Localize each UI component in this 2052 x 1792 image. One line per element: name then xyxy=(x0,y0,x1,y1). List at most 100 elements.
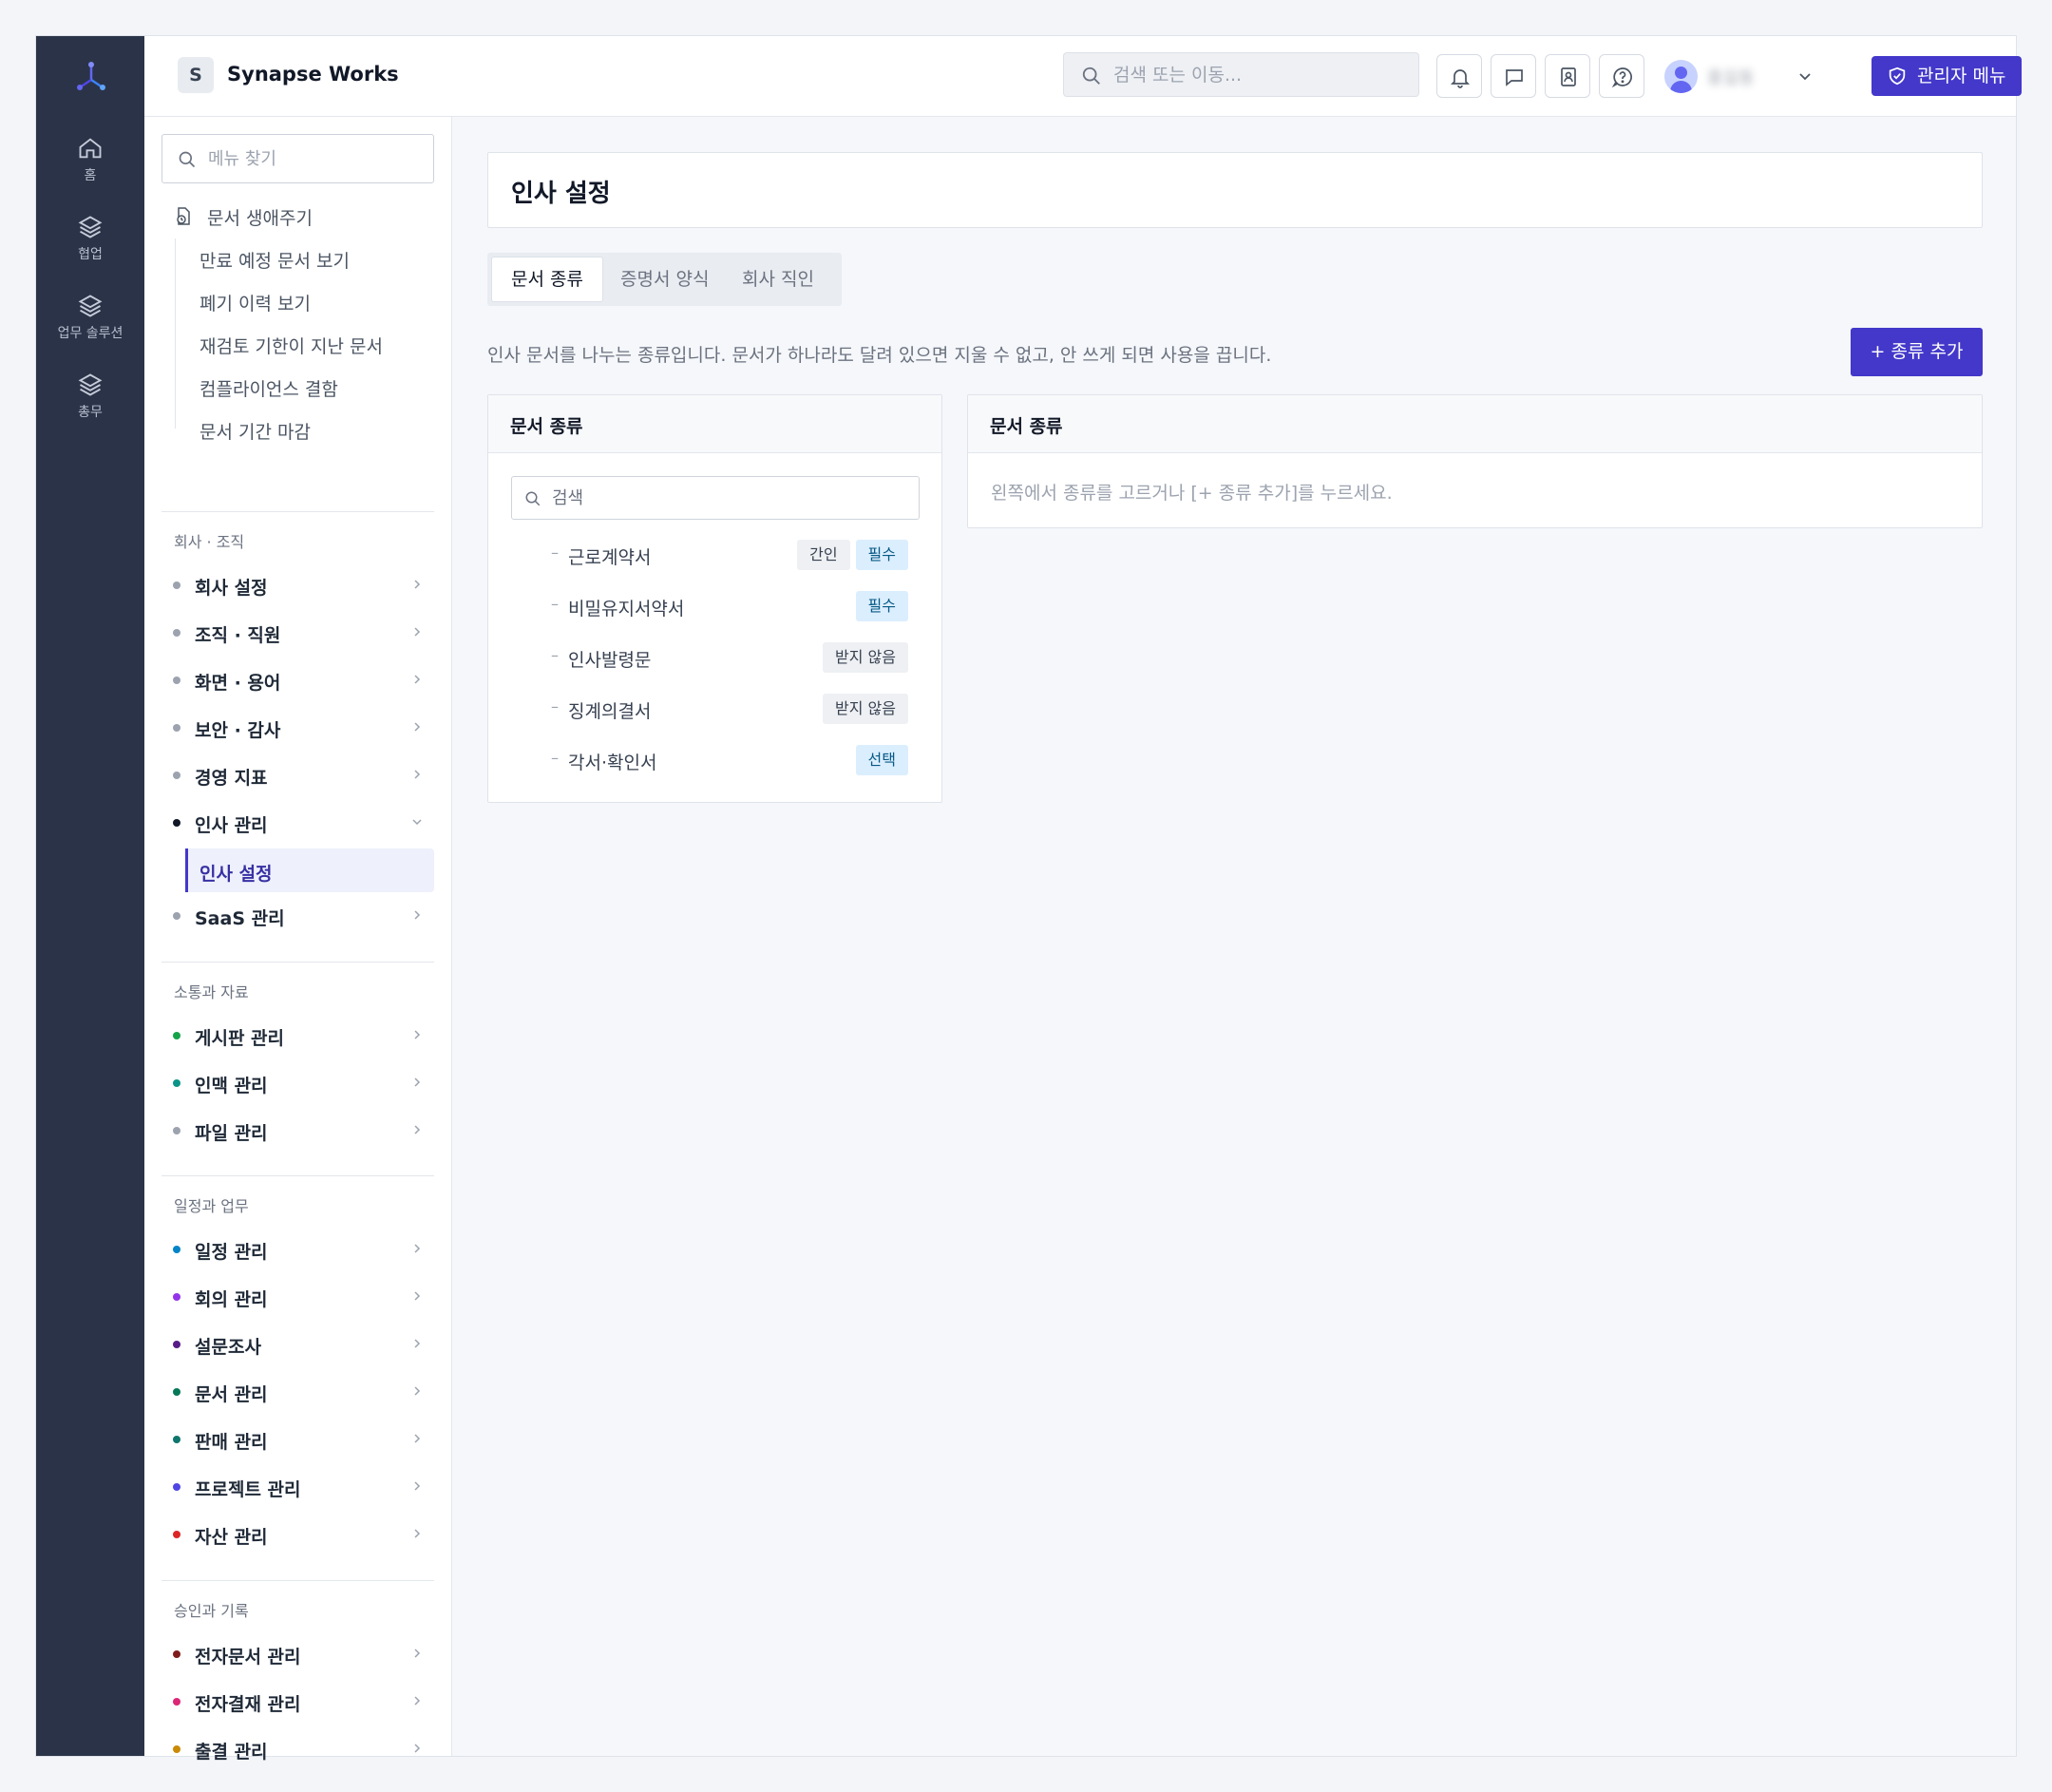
menu-item-label: 문서 관리 xyxy=(195,1384,268,1405)
lifecycle-item[interactable]: 재검토 기한이 지난 문서 xyxy=(200,333,383,358)
rail-item-solutions[interactable]: 업무 솔루션 xyxy=(36,293,144,342)
menu-item-meetings[interactable]: 회의 관리 xyxy=(162,1275,434,1317)
menu-item-assets[interactable]: 자산 관리 xyxy=(162,1513,434,1554)
status-dot xyxy=(173,1246,180,1253)
tab-bar: 문서 종류 증명서 양식 회사 직인 xyxy=(487,253,842,306)
type-search-input[interactable] xyxy=(552,477,894,519)
status-badge: 받지 않음 xyxy=(823,642,908,673)
rail-item-collab[interactable]: 협업 xyxy=(36,214,144,263)
list-item[interactable]: – 근로계약서 간인 필수 xyxy=(511,534,920,576)
help-button[interactable] xyxy=(1599,54,1644,98)
menu-item-label: 회의 관리 xyxy=(195,1289,268,1310)
notifications-button[interactable] xyxy=(1436,54,1482,98)
menu-item-e-approval[interactable]: 전자결재 관리 xyxy=(162,1680,434,1722)
page-title-card: 인사 설정 xyxy=(487,152,1983,228)
lifecycle-item[interactable]: 만료 예정 문서 보기 xyxy=(200,247,350,273)
status-dot xyxy=(173,1650,180,1658)
status-dot xyxy=(173,1341,180,1348)
menu-item-screen-terms[interactable]: 화면 · 용어 xyxy=(162,658,434,700)
submenu-item-hr-settings[interactable]: 인사 설정 xyxy=(185,848,434,892)
list-item[interactable]: – 비밀유지서약서 필수 xyxy=(511,585,920,627)
add-type-button[interactable]: + 종류 추가 xyxy=(1851,328,1983,376)
status-dot xyxy=(173,1531,180,1538)
menu-item-attendance[interactable]: 출결 관리 xyxy=(162,1727,434,1769)
tree-dash: – xyxy=(551,697,559,715)
home-icon xyxy=(79,138,102,159)
menu-item-label: 회사 설정 xyxy=(195,578,268,599)
list-item[interactable]: – 인사발령문 받지 않음 xyxy=(511,637,920,678)
shield-check-icon xyxy=(1889,67,1906,86)
chevron-right-icon xyxy=(414,1339,421,1348)
menu-item-kpi[interactable]: 경영 지표 xyxy=(162,753,434,795)
list-item[interactable]: – 징계의결서 받지 않음 xyxy=(511,688,920,730)
global-search[interactable] xyxy=(1063,52,1419,97)
menu-item-hr-management[interactable]: 인사 관리 xyxy=(162,801,434,843)
top-header: S Synapse Works 홍길동 관리자 메뉴 xyxy=(144,36,2022,117)
menu-item-projects[interactable]: 프로젝트 관리 xyxy=(162,1465,434,1507)
document-type-name: 근로계약서 xyxy=(568,547,652,568)
layers-icon xyxy=(78,295,103,317)
document-type-name: 비밀유지서약서 xyxy=(568,599,685,620)
rail-item-general-affairs[interactable]: 총무 xyxy=(36,372,144,421)
page-description: 인사 문서를 나누는 종류입니다. 문서가 하나라도 달려 있으면 지울 수 없… xyxy=(487,345,1272,366)
tree-dash: – xyxy=(551,646,559,664)
menu-search-input[interactable] xyxy=(208,135,417,182)
search-icon xyxy=(525,491,541,506)
chevron-right-icon xyxy=(414,1030,421,1039)
menu-item-label: 인사 관리 xyxy=(195,815,268,836)
tree-dash: – xyxy=(551,595,559,613)
status-dot xyxy=(173,912,180,920)
chevron-right-icon xyxy=(414,722,421,732)
lifecycle-tree-line xyxy=(175,238,176,429)
menu-item-label: 자산 관리 xyxy=(195,1527,268,1548)
type-search[interactable] xyxy=(511,476,920,520)
workspace-badge[interactable]: S xyxy=(178,57,214,93)
lifecycle-item[interactable]: 폐기 이력 보기 xyxy=(200,290,311,315)
tree-dash: – xyxy=(551,749,559,767)
menu-search[interactable] xyxy=(162,134,434,183)
lifecycle-item[interactable]: 문서 기간 마감 xyxy=(200,418,311,444)
menu-item-company-settings[interactable]: 회사 설정 xyxy=(162,563,434,605)
chevron-right-icon xyxy=(414,1744,421,1753)
status-badge: 선택 xyxy=(855,745,908,775)
workspace-name[interactable]: Synapse Works xyxy=(227,63,399,86)
menu-item-files[interactable]: 파일 관리 xyxy=(162,1109,434,1151)
menu-item-org-staff[interactable]: 조직 · 직원 xyxy=(162,611,434,653)
tab-certificate-templates[interactable]: 증명서 양식 xyxy=(601,257,728,302)
lifecycle-item[interactable]: 컴플라이언스 결함 xyxy=(200,375,338,401)
menu-item-surveys[interactable]: 설문조사 xyxy=(162,1323,434,1364)
list-item[interactable]: – 각서·확인서 선택 xyxy=(511,739,920,781)
menu-item-label: 인맥 관리 xyxy=(195,1076,268,1096)
layers-icon xyxy=(78,216,103,238)
search-icon xyxy=(179,151,196,168)
tab-document-types[interactable]: 문서 종류 xyxy=(491,257,603,302)
rail-item-home[interactable]: 홈 xyxy=(36,135,144,184)
admin-menu-button[interactable]: 관리자 메뉴 xyxy=(1872,56,2022,96)
menu-item-board[interactable]: 게시판 관리 xyxy=(162,1014,434,1056)
menu-item-calendar[interactable]: 일정 관리 xyxy=(162,1228,434,1269)
logo-icon[interactable] xyxy=(74,59,108,93)
status-dot xyxy=(173,1293,180,1301)
status-dot xyxy=(173,772,180,779)
menu-item-saas[interactable]: SaaS 관리 xyxy=(162,894,434,936)
contacts-button[interactable] xyxy=(1545,54,1590,98)
rail-label: 총무 xyxy=(78,405,103,420)
layers-icon xyxy=(78,373,103,396)
global-search-input[interactable] xyxy=(1113,53,1398,96)
chevron-down-icon xyxy=(1799,73,1811,81)
menu-item-documents[interactable]: 문서 관리 xyxy=(162,1370,434,1412)
menu-item-network[interactable]: 인맥 관리 xyxy=(162,1061,434,1103)
menu-item-e-documents[interactable]: 전자문서 관리 xyxy=(162,1632,434,1674)
messages-button[interactable] xyxy=(1491,54,1536,98)
menu-item-label: 설문조사 xyxy=(195,1337,261,1358)
divider xyxy=(162,962,434,963)
tab-company-seal[interactable]: 회사 직인 xyxy=(723,257,833,302)
chevron-right-icon xyxy=(414,1291,421,1301)
menu-item-label: 출결 관리 xyxy=(195,1742,268,1763)
menu-item-security-audit[interactable]: 보안 · 감사 xyxy=(162,706,434,748)
status-dot xyxy=(173,629,180,637)
user-menu[interactable]: 홍길동 xyxy=(1664,57,1816,95)
menu-item-label: 보안 · 감사 xyxy=(195,720,281,741)
menu-item-sales[interactable]: 판매 관리 xyxy=(162,1418,434,1459)
panel-header: 문서 종류 xyxy=(968,395,1982,453)
